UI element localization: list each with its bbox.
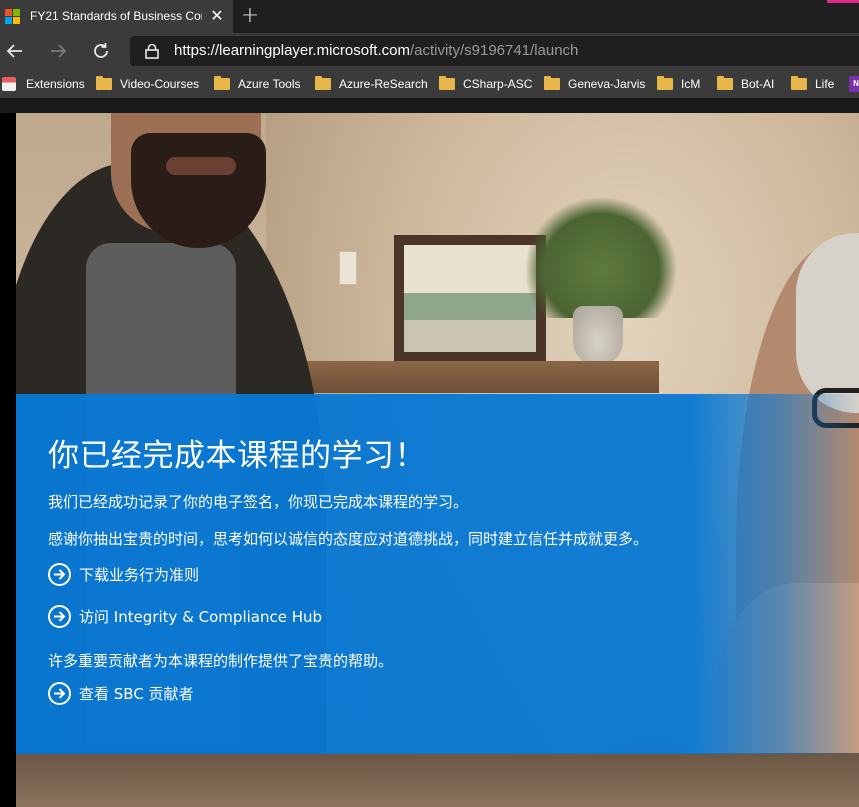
back-arrow-icon [6,44,22,58]
bookmark-video-courses[interactable]: Video-Courses [96,75,199,92]
bookmark-label: Extensions [26,76,85,91]
arrow-circle-icon [48,562,71,586]
picture-frame [394,235,546,362]
completion-title: 你已经完成本课程的学习！ [48,438,426,474]
bookmark-label: Bot-AI [741,76,775,91]
folder-icon [544,75,560,90]
microsoft-logo-icon [5,9,21,25]
folder-icon [214,75,230,90]
onenote-icon: N [849,75,859,92]
new-tab-button[interactable]: + [240,5,260,27]
bookmark-azure-tools[interactable]: Azure Tools [214,75,300,92]
url-host: learningplayer.microsoft.com [219,42,410,59]
extensions-icon [2,76,16,91]
lock-icon [145,43,159,59]
bookmark-label: IcM [681,76,701,91]
bookmarks-bar: Extensions Video-Courses Azure Tools Azu… [0,69,859,98]
person-left-mouth [166,157,236,175]
arrow-circle-icon [48,681,71,705]
folder-icon [96,75,112,90]
close-tab-icon[interactable]: ✕ [209,8,225,24]
bookmark-label: Video-Courses [120,76,200,91]
floor [16,753,859,807]
bookmark-life[interactable]: Life [791,75,834,92]
navigation-bar: https://learningplayer.microsoft.com/act… [0,33,859,69]
bookmark-extensions[interactable]: Extensions [2,75,85,92]
bookmark-icm[interactable]: IcM [657,75,700,92]
bookmark-geneva-jarvis[interactable]: Geneva-Jarvis [544,75,645,92]
folder-icon [439,75,455,90]
bookmark-label: CSharp-ASC [463,76,533,91]
view-contributors-label: 查看 SBC 贡献者 [79,684,194,703]
arrow-circle-icon [48,604,71,628]
contributors-message: 许多重要贡献者为本课程的制作提供了宝贵的帮助。 [48,652,394,670]
signature-message: 我们已经成功记录了你的电子签名，你现已完成本课程的学习。 [48,493,469,511]
tab-strip: FY21 Standards of Business Conc ✕ + [0,0,859,33]
page-content: 你已经完成本课程的学习！ 我们已经成功记录了你的电子签名，你现已完成本课程的学习… [0,98,859,807]
download-code-label: 下载业务行为准则 [79,565,200,584]
bookmark-onenote[interactable]: N [849,75,859,92]
plant-vase [573,306,623,366]
tab-title: FY21 Standards of Business Conc [30,9,202,23]
folder-icon [791,75,807,90]
thanks-message: 感谢你抽出宝贵的时间，思考如何以诚信的态度应对道德挑战，同时建立信任并成就更多。 [48,530,649,548]
url-text: https://learningplayer.microsoft.com/act… [174,42,578,59]
folder-icon [717,75,733,90]
forward-arrow-icon [51,44,67,58]
download-code-link[interactable]: 下载业务行为准则 [48,562,199,586]
refresh-icon [94,43,108,58]
compliance-hub-label: 访问 Integrity & Compliance Hub [79,607,323,626]
bookmark-label: Azure Tools [238,76,301,91]
back-button[interactable] [2,39,28,63]
wooden-shelf [299,361,659,393]
compliance-hub-link[interactable]: 访问 Integrity & Compliance Hub [48,604,322,628]
plant [526,198,676,318]
forward-button[interactable] [45,39,71,63]
bookmark-label: Geneva-Jarvis [568,76,646,91]
bookmark-label: Life [815,76,835,91]
bookmark-azure-research[interactable]: Azure-ReSearch [315,75,428,92]
wall-switch [339,251,357,285]
folder-icon [657,75,673,90]
view-contributors-link[interactable]: 查看 SBC 贡献者 [48,681,194,705]
refresh-button[interactable] [88,39,114,63]
bookmark-bot-ai[interactable]: Bot-AI [717,75,774,92]
person-right-hair [796,233,859,413]
completion-panel: 你已经完成本课程的学习！ 我们已经成功记录了你的电子签名，你现已完成本课程的学习… [16,394,859,754]
video-background: 你已经完成本课程的学习！ 我们已经成功记录了你的电子签名，你现已完成本课程的学习… [16,113,859,807]
bookmark-csharp-asc[interactable]: CSharp-ASC [439,75,532,92]
browser-tab-active[interactable]: FY21 Standards of Business Conc ✕ [0,0,233,33]
url-path: /activity/s9196741/launch [409,42,579,59]
address-bar[interactable]: https://learningplayer.microsoft.com/act… [130,36,859,66]
bookmark-label: Azure-ReSearch [339,76,428,91]
window-accent [827,0,859,3]
url-scheme: https:// [174,42,220,59]
folder-icon [315,75,331,90]
content-top-strip [0,98,859,113]
